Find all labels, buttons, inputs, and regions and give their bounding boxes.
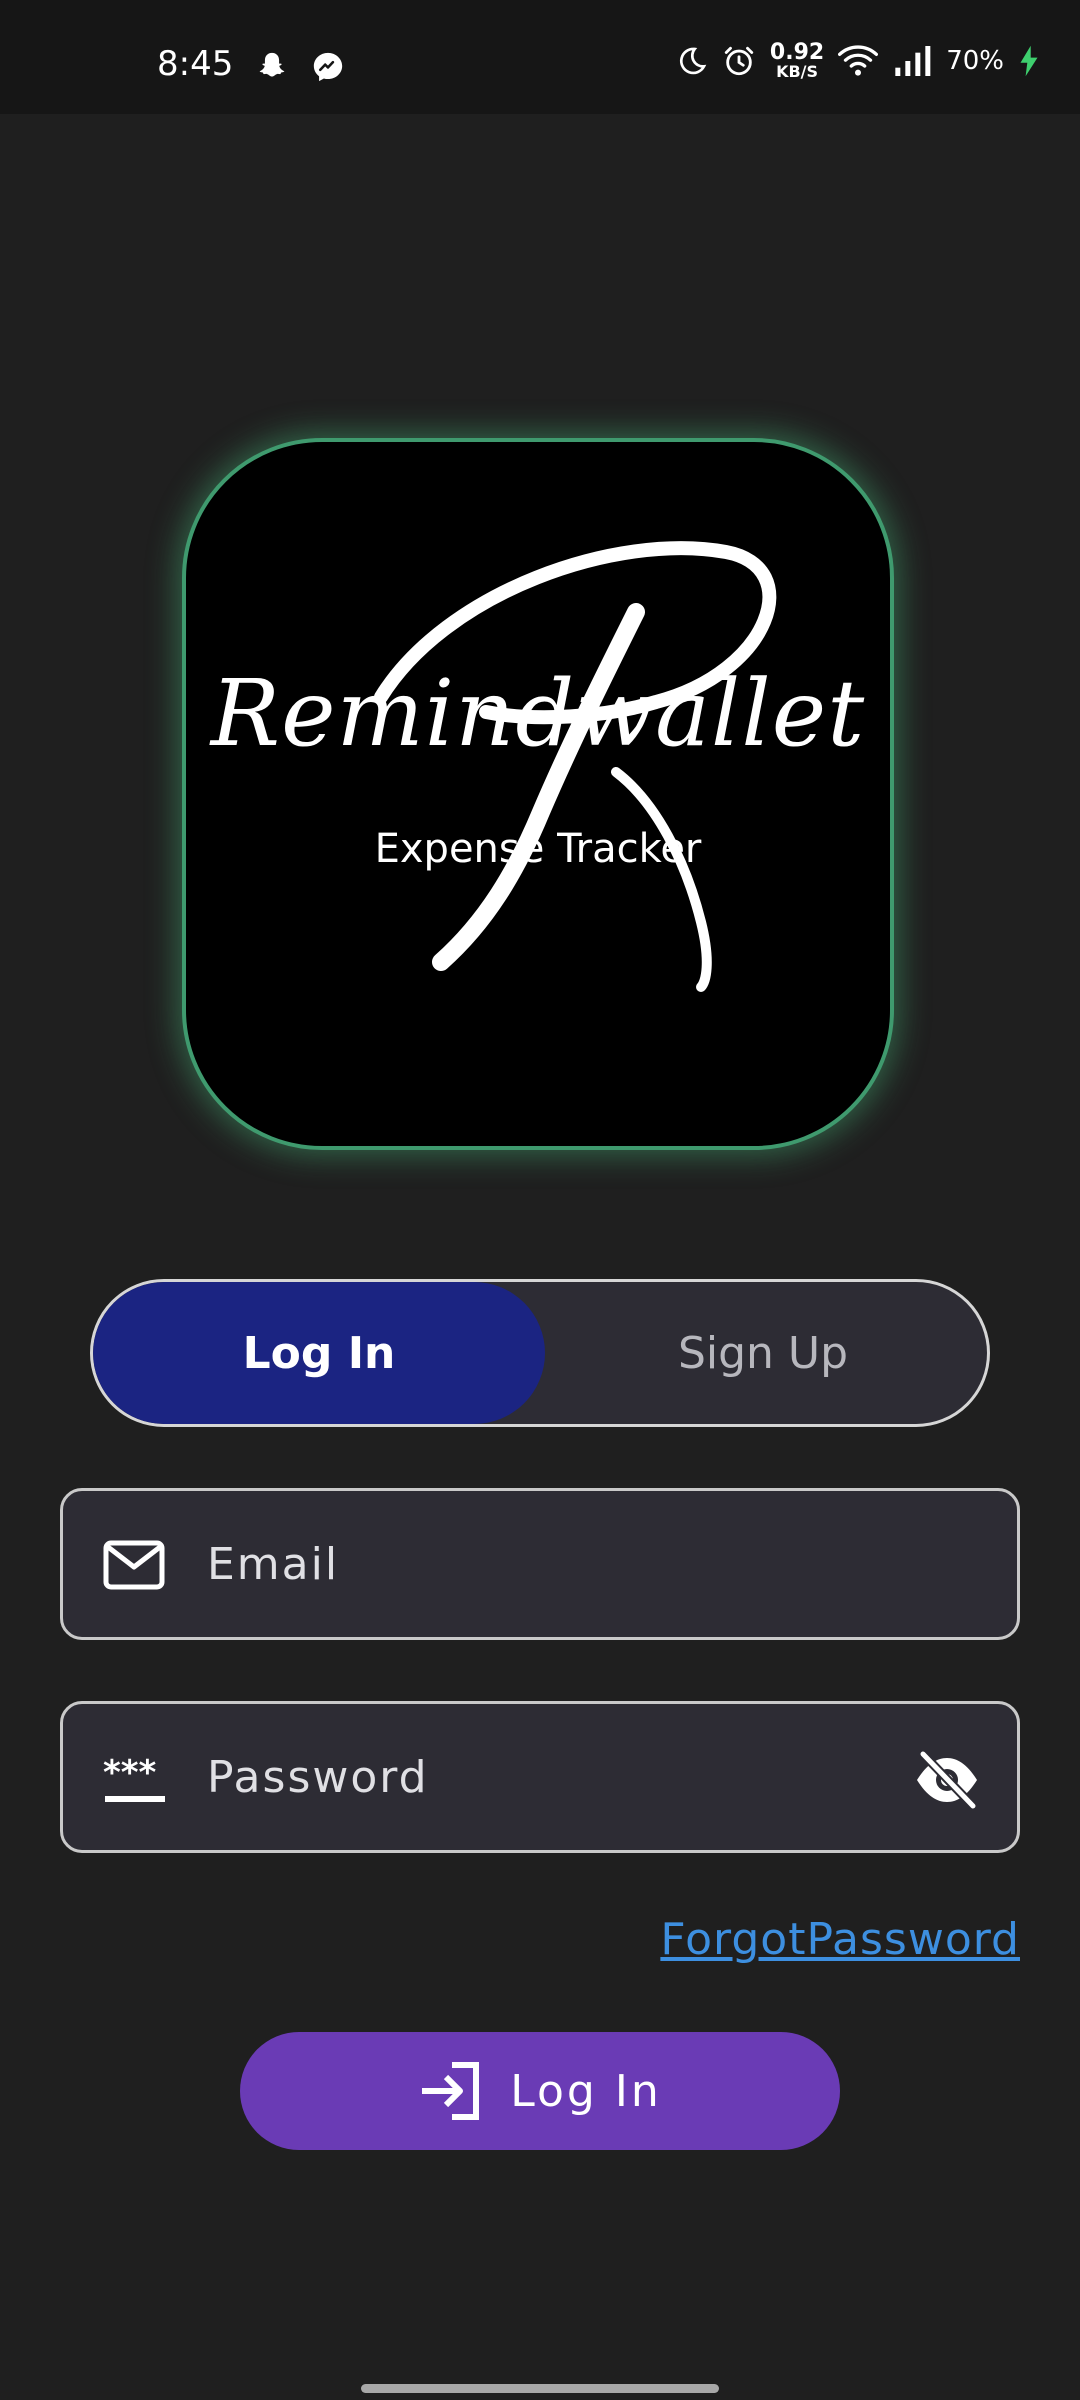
logo-subtitle: Expense Tracker (374, 826, 702, 872)
logo-r-monogram (374, 541, 777, 992)
svg-text:***: *** (103, 1753, 157, 1793)
forgot-password-link[interactable]: ForgotPassword (660, 1914, 1020, 1965)
battery-percent: 70% (946, 46, 1004, 76)
status-time: 8:45 (157, 44, 234, 84)
messenger-icon (313, 52, 343, 82)
login-arrow-icon (422, 2062, 480, 2120)
wifi-icon (838, 45, 879, 76)
email-placeholder: Email (207, 1538, 340, 1590)
do-not-disturb-icon (679, 47, 707, 75)
login-button-label: Log In (510, 2065, 662, 2117)
snapchat-icon (259, 52, 285, 77)
status-left-icons (255, 50, 345, 84)
tab-login[interactable]: Log In (93, 1282, 545, 1424)
logo-title: Remindwallet (210, 660, 866, 767)
battery-charging-icon (1020, 45, 1038, 77)
status-right-icons: 0.92 KB/S 70% (676, 42, 1040, 80)
auth-mode-toggle: Log In Sign Up (90, 1279, 990, 1427)
home-indicator[interactable] (361, 2384, 719, 2393)
password-icon: *** (103, 1753, 165, 1802)
email-field[interactable]: Email (60, 1488, 1020, 1640)
password-field[interactable]: *** Password (60, 1701, 1020, 1853)
app-logo: Remindwallet Expense Tracker (182, 438, 894, 1150)
net-speed: 0.92 KB/S (770, 42, 824, 80)
mail-icon (103, 1540, 165, 1590)
net-speed-unit: KB/S (776, 62, 819, 81)
tab-signup[interactable]: Sign Up (539, 1282, 987, 1424)
alarm-icon (724, 46, 754, 76)
password-placeholder: Password (207, 1751, 429, 1803)
net-speed-value: 0.92 (769, 40, 825, 65)
status-bar: 8:45 0.92 KB/S 70% (0, 0, 1080, 114)
eye-off-icon[interactable] (913, 1750, 981, 1810)
login-button[interactable]: Log In (240, 2032, 840, 2150)
signal-icon (895, 46, 931, 76)
